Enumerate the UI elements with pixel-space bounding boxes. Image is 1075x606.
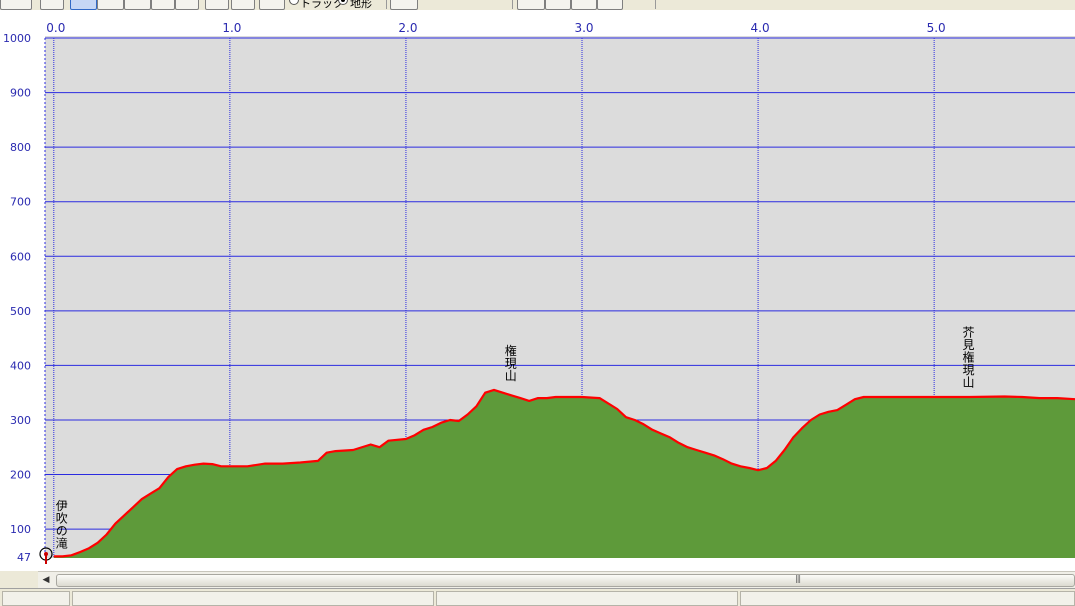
scroll-corner bbox=[0, 571, 38, 587]
toolbar-divider bbox=[512, 0, 513, 9]
y-tick-label: 200 bbox=[10, 469, 31, 482]
y-tick-label: 1000 bbox=[3, 32, 31, 45]
scroll-grip-icon: ||| bbox=[795, 574, 801, 583]
window-icon[interactable] bbox=[124, 0, 151, 10]
x-tick-label: 3.0 bbox=[574, 21, 593, 35]
box-icon[interactable] bbox=[571, 0, 597, 10]
toolbar: トラック 地形 bbox=[0, 0, 1075, 10]
horizontal-scrollbar[interactable]: ◀ ||| bbox=[38, 571, 1075, 588]
y-tick-label: 400 bbox=[10, 359, 31, 372]
ruler-icon[interactable] bbox=[97, 0, 124, 10]
left-arrow-icon[interactable] bbox=[545, 0, 571, 10]
status-bar bbox=[0, 588, 1075, 606]
radio-terrain[interactable] bbox=[338, 0, 348, 5]
status-cell bbox=[2, 591, 70, 606]
peak-annotation: 芥見権現山 bbox=[963, 325, 975, 389]
x-tick-label: 0.0 bbox=[46, 21, 65, 35]
elevation-chart-svg[interactable]: 100 200 300 400 500 600 700 800 900 1000 47 0.0 1.0 2… bbox=[0, 10, 1075, 571]
gear-icon[interactable] bbox=[231, 0, 255, 10]
x-tick-label: 4.0 bbox=[751, 21, 770, 35]
status-cell bbox=[740, 591, 1075, 606]
peak-annotation: 権現山 bbox=[505, 343, 517, 383]
x-tick-label: 1.0 bbox=[222, 21, 241, 35]
x-tick-label: 2.0 bbox=[398, 21, 417, 35]
x-tick-label: 5.0 bbox=[927, 21, 946, 35]
scroll-thumb[interactable]: ||| bbox=[56, 574, 1075, 587]
scroll-left-arrow-icon[interactable]: ◀ bbox=[40, 574, 52, 586]
gear-icon[interactable] bbox=[205, 0, 229, 10]
status-cell bbox=[436, 591, 738, 606]
y-tick-label: 800 bbox=[10, 141, 31, 154]
line-chart-icon[interactable] bbox=[70, 0, 97, 10]
y-tick-label: 700 bbox=[10, 196, 31, 209]
y-tick-label: 900 bbox=[10, 87, 31, 100]
toolbar-divider bbox=[386, 0, 387, 9]
y-tick-label: 300 bbox=[10, 414, 31, 427]
circle-tool-icon[interactable] bbox=[40, 0, 64, 10]
y-tick-label: 100 bbox=[10, 523, 31, 536]
peak-annotation: 伊吹の滝 bbox=[56, 499, 68, 551]
status-cell bbox=[72, 591, 434, 606]
radio-track[interactable] bbox=[289, 0, 299, 5]
elevation-profile-chart[interactable]: 100 200 300 400 500 600 700 800 900 1000 47 0.0 1.0 2… bbox=[0, 10, 1075, 571]
3d-icon[interactable] bbox=[517, 0, 545, 10]
y-min-label: 47 bbox=[17, 551, 31, 564]
zoom-icon[interactable] bbox=[0, 0, 32, 10]
image-icon[interactable] bbox=[175, 0, 199, 10]
right-arrow-icon[interactable] bbox=[597, 0, 623, 10]
toolbar-divider bbox=[655, 0, 656, 9]
y-tick-label: 600 bbox=[10, 250, 31, 263]
checklist-icon[interactable] bbox=[259, 0, 285, 10]
hand-icon[interactable] bbox=[151, 0, 175, 10]
radio-terrain-label: 地形 bbox=[350, 0, 372, 10]
y-tick-label: 500 bbox=[10, 305, 31, 318]
elevation-icon[interactable] bbox=[390, 0, 418, 10]
